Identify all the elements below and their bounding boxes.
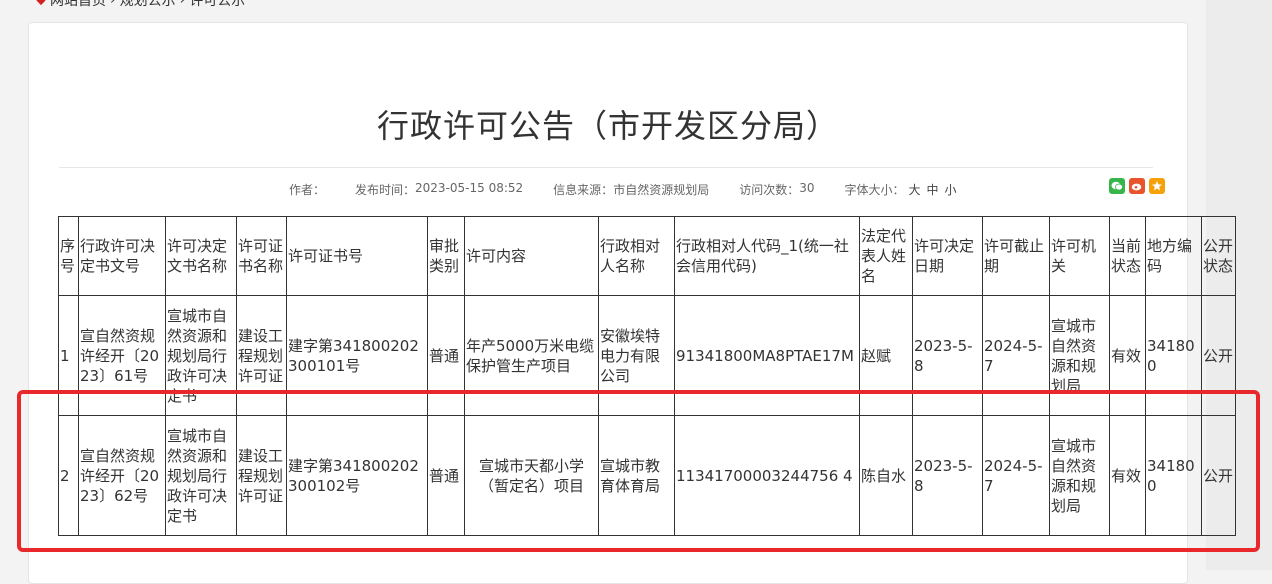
table-cell: 赵赋 — [859, 295, 913, 416]
breadcrumb-planning[interactable]: 规划公示 — [120, 0, 176, 10]
table-cell: 公开 — [1201, 295, 1236, 416]
top-bar: 网站首页 › 规划公示 › 许可公示 — [0, 0, 1206, 10]
header-cell: 行政相对人名称 — [598, 216, 675, 296]
table-cell: 91341800MA8PTAE17M — [674, 295, 860, 416]
table-row: 2 宣自然资规许经开〔2023〕62号 宣城市自然资源和规划局行政许可决定书 建… — [58, 415, 1236, 536]
table-cell: 宣城市自然资源和规划局 — [1049, 295, 1110, 416]
breadcrumb-separator: › — [179, 0, 186, 8]
table-cell: 宣自然资规许经开〔2023〕61号 — [78, 295, 166, 416]
table-cell: 普通 — [427, 295, 465, 416]
table-row: 1 宣自然资规许经开〔2023〕61号 宣城市自然资源和规划局行政许可决定书 建… — [58, 295, 1236, 416]
header-cell: 许可机关 — [1049, 216, 1110, 296]
table-cell: 年产5000万米电缆保护管生产项目 — [464, 295, 599, 416]
header-cell: 许可证书号 — [286, 216, 428, 296]
author-label: 作者： — [289, 183, 326, 197]
header-cell: 法定代表人姓名 — [859, 216, 913, 296]
share-buttons — [1109, 178, 1165, 194]
source-label: 信息来源： — [553, 183, 614, 197]
visits-label: 访问次数： — [739, 183, 800, 197]
page-title: 行政许可公告（市开发区分局） — [376, 107, 839, 145]
header-cell: 许可截止期 — [982, 216, 1050, 296]
table-cell: 有效 — [1109, 295, 1146, 416]
wechat-icon[interactable] — [1109, 178, 1125, 194]
table-cell: 宣自然资规许经开〔2023〕62号 — [78, 415, 166, 536]
table-cell: 宣城市自然资源和规划局行政许可决定书 — [165, 415, 237, 536]
table-cell: 宣城市自然资源和规划局行政许可决定书 — [165, 295, 237, 416]
table-cell: 11341700003244756 4 — [674, 415, 860, 536]
table-cell: 普通 — [427, 415, 465, 536]
header-cell: 许可决定文书名称 — [165, 216, 237, 296]
font-size-label: 字体大小： — [844, 183, 905, 197]
font-size-large[interactable]: 大 — [909, 181, 921, 198]
location-pin-icon — [36, 0, 46, 7]
table-cell: 341800 — [1145, 415, 1202, 536]
table-cell: 宣城市教育体育局 — [598, 415, 675, 536]
weibo-icon[interactable] — [1129, 178, 1145, 194]
permit-table: 序号 行政许可决定书文号 许可决定文书名称 许可证书名称 许可证书号 审批类别 … — [58, 216, 1236, 536]
table-cell: 公开 — [1201, 415, 1236, 536]
table-cell: 1 — [58, 295, 79, 416]
table-cell: 有效 — [1109, 415, 1146, 536]
publish-time: 2023-05-15 08:52 — [415, 181, 524, 195]
table-cell: 建字第341800202300102号 — [286, 415, 428, 536]
table-header-row: 序号 行政许可决定书文号 许可决定文书名称 许可证书名称 许可证书号 审批类别 … — [58, 216, 1236, 296]
publish-label: 发布时间： — [355, 183, 416, 197]
source-value: 市自然资源规划局 — [613, 183, 710, 197]
table-cell: 宣城市自然资源和规划局 — [1049, 415, 1110, 536]
header-cell: 序号 — [58, 216, 79, 296]
breadcrumb-separator: › — [110, 0, 116, 8]
visits-count: 30 — [799, 181, 815, 195]
table-cell: 2024-5-7 — [982, 415, 1050, 536]
header-cell: 地方编码 — [1145, 216, 1202, 296]
table-cell: 陈自水 — [859, 415, 913, 536]
header-cell: 当前状态 — [1109, 216, 1146, 296]
header-cell: 许可证书名称 — [236, 216, 287, 296]
table-cell: 2 — [58, 415, 79, 536]
breadcrumb: 网站首页 › 规划公示 › 许可公示 — [36, 0, 245, 10]
title-divider — [59, 167, 1153, 168]
table-cell: 2023-5-8 — [912, 415, 983, 536]
breadcrumb-home[interactable]: 网站首页 — [50, 0, 106, 10]
font-size-small[interactable]: 小 — [945, 181, 957, 198]
header-cell: 行政许可决定书文号 — [78, 216, 166, 296]
article-meta: 作者： 发布时间： 2023-05-15 08:52 信息来源： 市自然资源规划… — [289, 181, 963, 198]
table-cell: 建设工程规划许可证 — [236, 295, 287, 416]
header-cell: 许可决定日期 — [912, 216, 983, 296]
header-cell: 审批类别 — [427, 216, 465, 296]
header-cell: 行政相对人代码_1(统一社会信用代码) — [674, 216, 860, 296]
table-cell: 2023-5-8 — [912, 295, 983, 416]
font-size-medium[interactable]: 中 — [927, 181, 939, 198]
header-cell: 公开状态 — [1201, 216, 1236, 296]
table-cell: 宣城市天都小学（暂定名）项目 — [464, 415, 599, 536]
table-cell: 建字第341800202300101号 — [286, 295, 428, 416]
header-cell: 许可内容 — [464, 216, 599, 296]
table-cell: 安徽埃特电力有限公司 — [598, 295, 675, 416]
breadcrumb-permit[interactable]: 许可公示 — [189, 0, 245, 10]
table-cell: 2024-5-7 — [982, 295, 1050, 416]
star-icon[interactable] — [1149, 178, 1165, 194]
table-cell: 341800 — [1145, 295, 1202, 416]
table-cell: 建设工程规划许可证 — [236, 415, 287, 536]
